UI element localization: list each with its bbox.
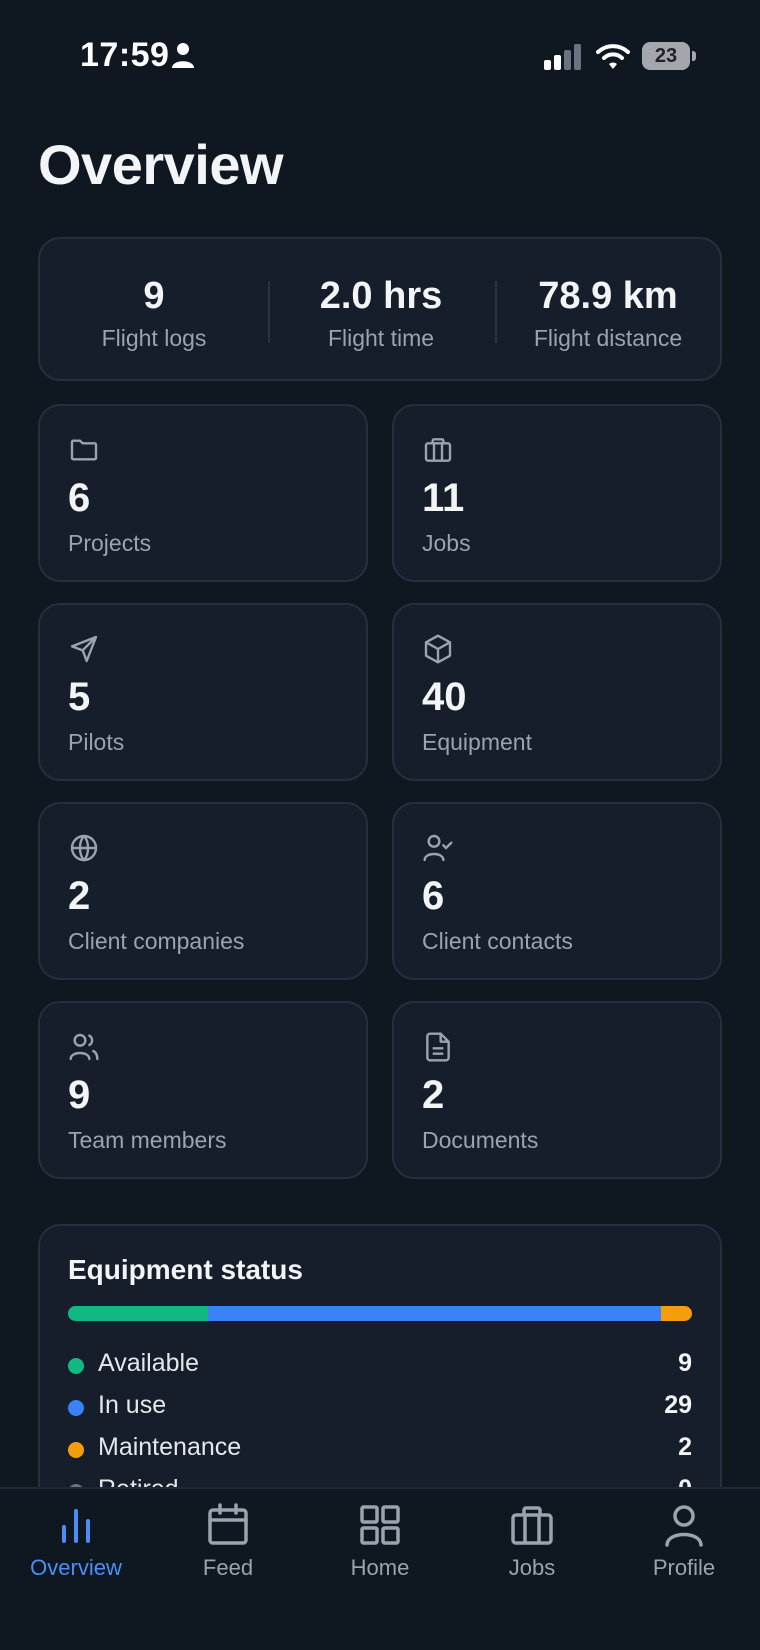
tab-profile[interactable]: Profile	[608, 1489, 760, 1609]
box-icon	[424, 634, 452, 664]
tab-bar: Overview Feed Home Jobs Profile	[0, 1487, 760, 1650]
legend-label: Maintenance	[98, 1433, 242, 1461]
person-icon	[172, 43, 194, 68]
status-bar-segment	[208, 1306, 661, 1321]
summary-value: 2.0 hrs	[319, 275, 443, 317]
equipment-status-title: Equipment status	[68, 1254, 303, 1285]
tile-value: 40	[422, 675, 467, 719]
tile-label: Client companies	[68, 928, 245, 954]
tile-documents[interactable]: 2 Documents	[392, 1001, 722, 1179]
tab-label: Jobs	[508, 1555, 556, 1580]
tile-label: Equipment	[422, 729, 532, 755]
bar-chart-icon	[62, 1509, 90, 1543]
equipment-status-card: Equipment status Available 9 In use 29 M…	[38, 1224, 722, 1524]
legend-label: In use	[98, 1391, 167, 1419]
status-time: 17:59	[80, 36, 170, 74]
flight-summary-card: 9 Flight logs 2.0 hrs Flight time 78.9 k…	[38, 237, 722, 381]
tab-label: Feed	[202, 1555, 254, 1580]
summary-label: Flight logs	[101, 325, 207, 351]
summary-flight-distance: 78.9 km Flight distance	[494, 239, 722, 379]
legend-label: Available	[98, 1349, 200, 1377]
tab-home[interactable]: Home	[304, 1489, 456, 1609]
tile-value: 2	[68, 874, 91, 918]
wifi-icon	[596, 44, 630, 69]
tile-value: 2	[422, 1073, 445, 1117]
legend-row-maintenance: Maintenance 2	[68, 1433, 692, 1467]
tile-client-companies[interactable]: 2 Client companies	[38, 802, 368, 980]
page-title: Overview	[38, 133, 284, 196]
globe-icon	[70, 834, 98, 862]
tab-feed[interactable]: Feed	[152, 1489, 304, 1609]
send-icon	[70, 635, 98, 663]
status-bar-segment	[660, 1306, 692, 1321]
tab-jobs[interactable]: Jobs	[456, 1489, 608, 1609]
tile-equipment[interactable]: 40 Equipment	[392, 603, 722, 781]
briefcase-icon	[511, 1506, 553, 1545]
tile-label: Documents	[422, 1127, 539, 1153]
grid-icon	[360, 1505, 400, 1545]
tile-label: Client contacts	[422, 928, 573, 954]
tile-client-contacts[interactable]: 6 Client contacts	[392, 802, 722, 980]
tile-label: Pilots	[68, 729, 125, 755]
status-dot	[68, 1358, 84, 1374]
summary-label: Flight distance	[533, 325, 683, 351]
signal-icon	[544, 44, 581, 70]
legend-count: 2	[678, 1433, 692, 1461]
tile-projects[interactable]: 6 Projects	[38, 404, 368, 582]
status-bar: 17:59 23	[0, 0, 760, 112]
tile-value: 6	[422, 874, 445, 918]
user-icon	[665, 1505, 703, 1547]
tile-jobs[interactable]: 11 Jobs	[392, 404, 722, 582]
legend-row-in-use: In use 29	[68, 1391, 692, 1425]
status-dot	[68, 1400, 84, 1416]
briefcase-icon	[424, 438, 452, 462]
tile-team-members[interactable]: 9 Team members	[38, 1001, 368, 1179]
summary-value: 78.9 km	[538, 275, 678, 317]
legend-count: 29	[664, 1391, 692, 1419]
tile-label: Team members	[68, 1127, 227, 1153]
tab-label: Overview	[30, 1555, 122, 1580]
status-dot	[68, 1442, 84, 1458]
legend-row-available: Available 9	[68, 1349, 692, 1383]
summary-value: 9	[143, 275, 165, 317]
equipment-status-bar	[68, 1306, 692, 1321]
user-check-icon	[423, 834, 453, 862]
users-icon	[69, 1033, 99, 1061]
summary-label: Flight time	[327, 325, 435, 351]
tile-value: 11	[422, 476, 465, 520]
tile-value: 9	[68, 1073, 91, 1117]
tile-value: 5	[68, 675, 91, 719]
document-icon	[426, 1032, 450, 1062]
tile-pilots[interactable]: 5 Pilots	[38, 603, 368, 781]
tab-label: Home	[350, 1555, 410, 1580]
summary-flight-logs: 9 Flight logs	[40, 239, 268, 379]
summary-flight-time: 2.0 hrs Flight time	[267, 239, 495, 379]
tab-overview[interactable]: Overview	[0, 1489, 152, 1609]
battery-level: 23	[654, 45, 678, 67]
battery-icon: 23	[642, 42, 696, 70]
tile-label: Projects	[68, 530, 152, 556]
tile-value: 6	[68, 476, 91, 520]
status-bar-segment	[68, 1306, 209, 1321]
folder-icon	[70, 439, 98, 461]
tile-label: Jobs	[422, 530, 471, 556]
legend-count: 9	[678, 1349, 692, 1377]
calendar-icon	[208, 1503, 248, 1545]
tab-label: Profile	[652, 1555, 716, 1580]
